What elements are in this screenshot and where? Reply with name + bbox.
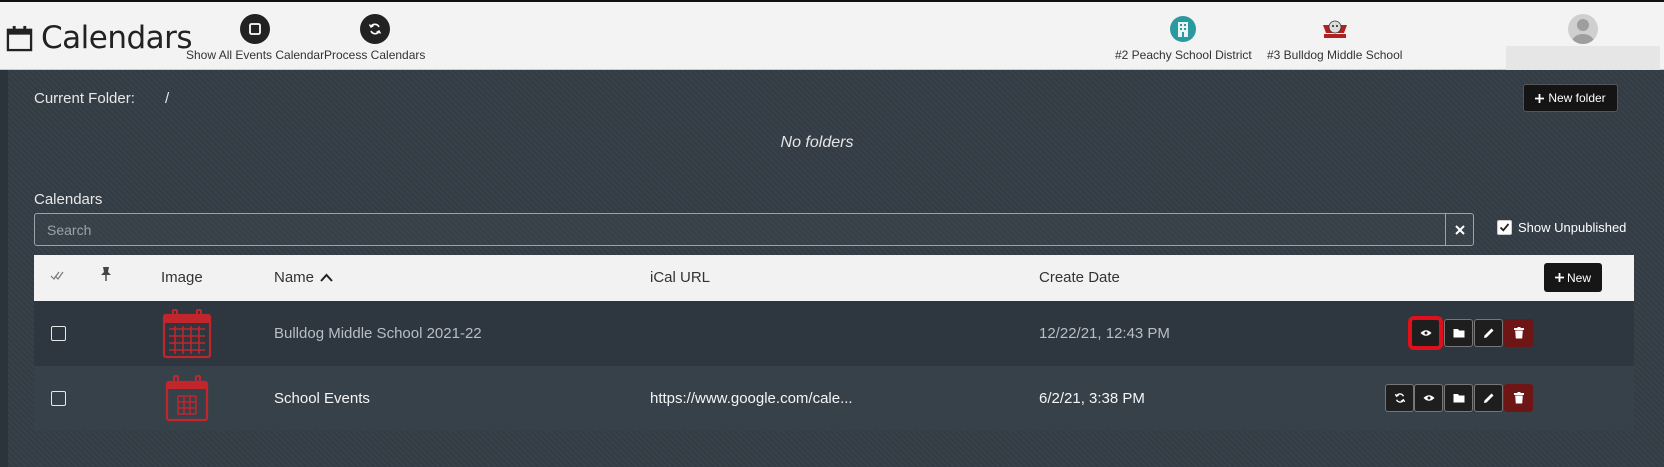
pin-icon[interactable] bbox=[100, 266, 112, 286]
new-folder-label: New folder bbox=[1548, 91, 1606, 105]
row-checkbox[interactable] bbox=[51, 391, 66, 406]
square-icon bbox=[240, 14, 271, 44]
org-peachy-school-district[interactable]: #2 Peachy School District bbox=[1115, 14, 1252, 62]
edit-icon bbox=[1483, 328, 1493, 338]
plus-icon bbox=[1535, 93, 1545, 103]
edit-icon bbox=[1483, 393, 1493, 403]
avatar-icon bbox=[1568, 14, 1598, 44]
org-bulldog-label: #3 Bulldog Middle School bbox=[1267, 48, 1403, 62]
row-checkbox[interactable] bbox=[51, 326, 66, 341]
clear-search-button[interactable] bbox=[1445, 214, 1473, 245]
show-unpublished-toggle[interactable]: Show Unpublished bbox=[1497, 220, 1626, 235]
calendar-name[interactable]: School Events bbox=[274, 390, 370, 407]
delete-icon bbox=[1513, 327, 1524, 339]
move-to-folder-button[interactable] bbox=[1444, 319, 1473, 347]
main-content: Current Folder: / New folder No folders … bbox=[0, 70, 1664, 467]
search-box bbox=[34, 213, 1474, 246]
folder-icon bbox=[1453, 329, 1464, 338]
column-header-ical-url: iCal URL bbox=[650, 269, 711, 286]
checkmark-icon bbox=[1499, 223, 1510, 232]
view-icon bbox=[1420, 330, 1431, 336]
new-calendar-button[interactable]: New bbox=[1544, 263, 1602, 292]
show-unpublished-label: Show Unpublished bbox=[1518, 220, 1627, 235]
plus-icon bbox=[1554, 273, 1564, 282]
calendar-icon bbox=[6, 25, 33, 51]
calendars-heading: Calendars bbox=[34, 191, 103, 208]
column-header-name-label: Name bbox=[274, 269, 315, 286]
view-button[interactable] bbox=[1414, 384, 1443, 412]
move-to-folder-button[interactable] bbox=[1444, 384, 1473, 412]
calendar-image-icon bbox=[165, 375, 209, 422]
user-menu[interactable] bbox=[1506, 12, 1660, 70]
bulldog-logo-icon bbox=[1320, 14, 1350, 44]
select-all-icon[interactable] bbox=[50, 268, 64, 286]
org-peachy-label: #2 Peachy School District bbox=[1115, 48, 1252, 62]
calendar-create-date: 12/22/21, 12:43 PM bbox=[1039, 325, 1170, 342]
search-input[interactable] bbox=[35, 214, 1445, 245]
view-icon bbox=[1423, 395, 1434, 401]
edit-button[interactable] bbox=[1474, 319, 1503, 347]
column-header-image: Image bbox=[161, 269, 203, 286]
page-title: Calendars bbox=[41, 20, 193, 56]
calendar-image-icon bbox=[162, 309, 212, 359]
process-calendars-button[interactable]: Process Calendars bbox=[324, 14, 425, 62]
new-calendar-label: New bbox=[1566, 270, 1591, 285]
process-calendars-label: Process Calendars bbox=[324, 48, 426, 62]
sync-icon bbox=[359, 14, 390, 44]
calendar-ical-url[interactable]: https://www.google.com/cale... bbox=[650, 390, 853, 407]
new-folder-button[interactable]: New folder bbox=[1523, 84, 1618, 112]
sync-button[interactable] bbox=[1385, 384, 1414, 412]
calendar-name[interactable]: Bulldog Middle School 2021-22 bbox=[274, 325, 482, 342]
user-name-redacted bbox=[1506, 46, 1660, 70]
folder-icon bbox=[1453, 394, 1464, 403]
table-row: Bulldog Middle School 2021-22 12/22/21, … bbox=[34, 301, 1634, 366]
show-all-events-calendar-button[interactable]: Show All Events Calendar bbox=[186, 14, 324, 62]
no-folders-message: No folders bbox=[780, 134, 854, 151]
column-header-name[interactable]: Name bbox=[274, 269, 333, 286]
delete-button[interactable] bbox=[1504, 319, 1533, 347]
top-header-bar: Calendars Show All Events Calendar Proce… bbox=[0, 0, 1664, 70]
calendar-create-date: 6/2/21, 3:38 PM bbox=[1039, 390, 1145, 407]
view-button[interactable] bbox=[1411, 319, 1440, 347]
current-folder-path: / bbox=[165, 90, 170, 107]
show-all-events-calendar-label: Show All Events Calendar bbox=[186, 48, 325, 62]
table-row: School Events https://www.google.com/cal… bbox=[34, 366, 1634, 431]
show-unpublished-checkbox[interactable] bbox=[1497, 220, 1512, 235]
district-logo-icon bbox=[1168, 14, 1198, 44]
delete-icon bbox=[1513, 392, 1524, 404]
sync-icon bbox=[1394, 393, 1405, 403]
calendar-table-header: Image Name iCal URL Create Date New bbox=[34, 255, 1634, 301]
edit-button[interactable] bbox=[1474, 384, 1503, 412]
close-icon bbox=[1454, 224, 1465, 235]
delete-button[interactable] bbox=[1504, 384, 1533, 412]
sort-ascending-icon bbox=[320, 273, 333, 282]
org-bulldog-middle-school[interactable]: #3 Bulldog Middle School bbox=[1267, 14, 1402, 62]
current-folder-label: Current Folder: bbox=[34, 90, 135, 107]
column-header-create-date[interactable]: Create Date bbox=[1039, 269, 1120, 286]
app-title: Calendars bbox=[6, 20, 193, 56]
